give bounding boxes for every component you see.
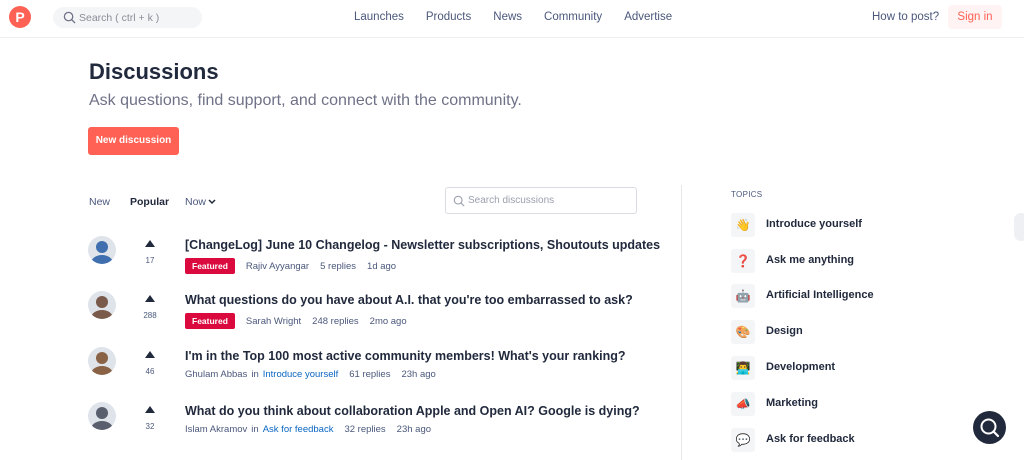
speech-bubble-icon: 💬	[731, 428, 755, 452]
palette-icon: 🎨	[731, 320, 755, 344]
column-divider	[681, 185, 682, 460]
waving-hand-icon: 👋	[731, 213, 755, 237]
topic-item[interactable]: 👨‍💻 Development	[731, 356, 911, 380]
discussion-title-link[interactable]: [ChangeLog] June 10 Changelog - Newslett…	[185, 238, 660, 252]
author-avatar[interactable]	[88, 291, 116, 319]
filter-now-label: Now	[185, 196, 207, 208]
vote-count: 32	[145, 422, 155, 431]
author-avatar[interactable]	[88, 402, 116, 430]
page-subtitle: Ask questions, find support, and connect…	[89, 92, 522, 109]
discussion-row[interactable]: 17 [ChangeLog] June 10 Changelog - Newsle…	[88, 236, 660, 286]
nav-launches[interactable]: Launches	[354, 11, 404, 23]
filter-popular[interactable]: Popular	[130, 196, 169, 208]
discussion-row[interactable]: 32 What do you think about collaboration …	[88, 402, 648, 452]
topic-item[interactable]: 👋 Introduce yourself	[731, 213, 911, 237]
discussion-search[interactable]	[445, 187, 637, 214]
featured-badge: Featured	[185, 313, 235, 329]
upvote-arrow-icon	[145, 295, 155, 302]
topic-label: Design	[766, 325, 803, 337]
nav-news[interactable]: News	[493, 11, 522, 23]
nav-advertise[interactable]: Advertise	[624, 11, 672, 23]
upvote-button[interactable]: 46	[136, 351, 164, 376]
filter-new[interactable]: New	[89, 196, 110, 208]
author-avatar[interactable]	[88, 347, 116, 375]
topic-item[interactable]: 💬 Ask for feedback	[731, 428, 911, 452]
robot-icon: 🤖	[731, 284, 755, 308]
topic-label: Marketing	[766, 397, 818, 409]
question-mark-icon: ❓	[731, 249, 755, 273]
discussion-title-link[interactable]: What questions do you have about A.I. th…	[185, 293, 633, 307]
post-time: 1d ago	[367, 260, 397, 272]
megaphone-icon: 📣	[731, 392, 755, 416]
discussion-title-link[interactable]: What do you think about collaboration Ap…	[185, 404, 640, 418]
search-icon	[63, 11, 76, 24]
topic-item[interactable]: 📣 Marketing	[731, 392, 911, 416]
discussion-meta: Featured Rajiv Ayyangar 5 replies 1d ago	[185, 258, 396, 274]
upvote-button[interactable]: 32	[136, 406, 164, 431]
discussion-row[interactable]: 46 I'm in the Top 100 most active communi…	[88, 347, 648, 397]
discussion-search-input[interactable]	[468, 188, 633, 213]
topic-link[interactable]: Ask for feedback	[263, 424, 334, 435]
main-nav: Launches Products News Community Adverti…	[354, 11, 694, 23]
filter-now-dropdown[interactable]: Now	[185, 196, 216, 208]
author-name-link[interactable]: Rajiv Ayyangar	[246, 261, 309, 272]
topic-label: Artificial Intelligence	[766, 289, 874, 301]
author-avatar[interactable]	[88, 236, 116, 264]
upvote-arrow-icon	[145, 351, 155, 358]
product-hunt-logo[interactable]: P	[9, 6, 31, 28]
upvote-arrow-icon	[145, 406, 155, 413]
nav-products[interactable]: Products	[426, 11, 471, 23]
featured-badge: Featured	[185, 258, 235, 274]
discussion-row[interactable]: 288 What questions do you have about A.I.…	[88, 291, 648, 341]
discussion-meta: Ghulam Abbas in Introduce yourself 61 repli…	[185, 369, 436, 380]
global-search-input[interactable]	[79, 7, 197, 28]
topic-item[interactable]: 🤖 Artificial Intelligence	[731, 284, 911, 308]
post-time: 2mo ago	[369, 315, 407, 327]
chevron-down-icon	[208, 199, 216, 205]
reply-count[interactable]: 61 replies	[349, 369, 390, 380]
vote-count: 17	[145, 256, 155, 265]
topics-heading: TOPICS	[731, 190, 763, 199]
author-name-link[interactable]: Sarah Wright	[246, 316, 301, 327]
global-search[interactable]	[53, 7, 202, 28]
top-header: P Launches Products News Community Adver…	[0, 0, 1024, 38]
chat-launcher-button[interactable]	[973, 411, 1006, 444]
topic-item[interactable]: 🎨 Design	[731, 320, 911, 344]
topic-prefix: in	[251, 424, 259, 435]
author-name-link[interactable]: Ghulam Abbas	[185, 369, 247, 380]
vote-count: 46	[145, 367, 155, 376]
topic-label: Introduce yourself	[766, 218, 862, 230]
reply-count[interactable]: 248 replies	[312, 316, 358, 327]
author-name-link[interactable]: Islam Akramov	[185, 424, 247, 435]
post-time: 23h ago	[401, 369, 436, 380]
discussion-meta: Islam Akramov in Ask for feedback 32 replie…	[185, 424, 431, 435]
developer-icon: 👨‍💻	[731, 356, 755, 380]
post-time: 23h ago	[396, 424, 432, 435]
topic-label: Ask for feedback	[766, 433, 855, 445]
scroll-handle[interactable]	[1014, 213, 1024, 241]
topic-prefix: in	[251, 369, 259, 380]
how-to-post-link[interactable]: How to post?	[872, 11, 939, 23]
topic-label: Development	[766, 361, 836, 373]
page-title: Discussions	[89, 59, 219, 84]
chat-icon	[980, 418, 1000, 438]
search-icon	[453, 195, 465, 207]
reply-count[interactable]: 32 replies	[344, 424, 385, 435]
reply-count[interactable]: 5 replies	[320, 261, 356, 272]
vote-count: 288	[143, 311, 157, 320]
upvote-button[interactable]: 17	[136, 240, 164, 265]
sign-in-button[interactable]: Sign in	[948, 5, 1002, 29]
discussion-title-link[interactable]: I'm in the Top 100 most active community…	[185, 349, 626, 363]
topic-item[interactable]: ❓ Ask me anything	[731, 249, 911, 273]
new-discussion-button[interactable]: New discussion	[88, 127, 179, 155]
topic-label: Ask me anything	[766, 254, 855, 266]
discussion-meta: Featured Sarah Wright 248 replies 2mo ago	[185, 313, 407, 329]
nav-community[interactable]: Community	[544, 11, 602, 23]
topic-link[interactable]: Introduce yourself	[263, 369, 339, 380]
upvote-button[interactable]: 288	[136, 295, 164, 320]
upvote-arrow-icon	[145, 240, 155, 247]
